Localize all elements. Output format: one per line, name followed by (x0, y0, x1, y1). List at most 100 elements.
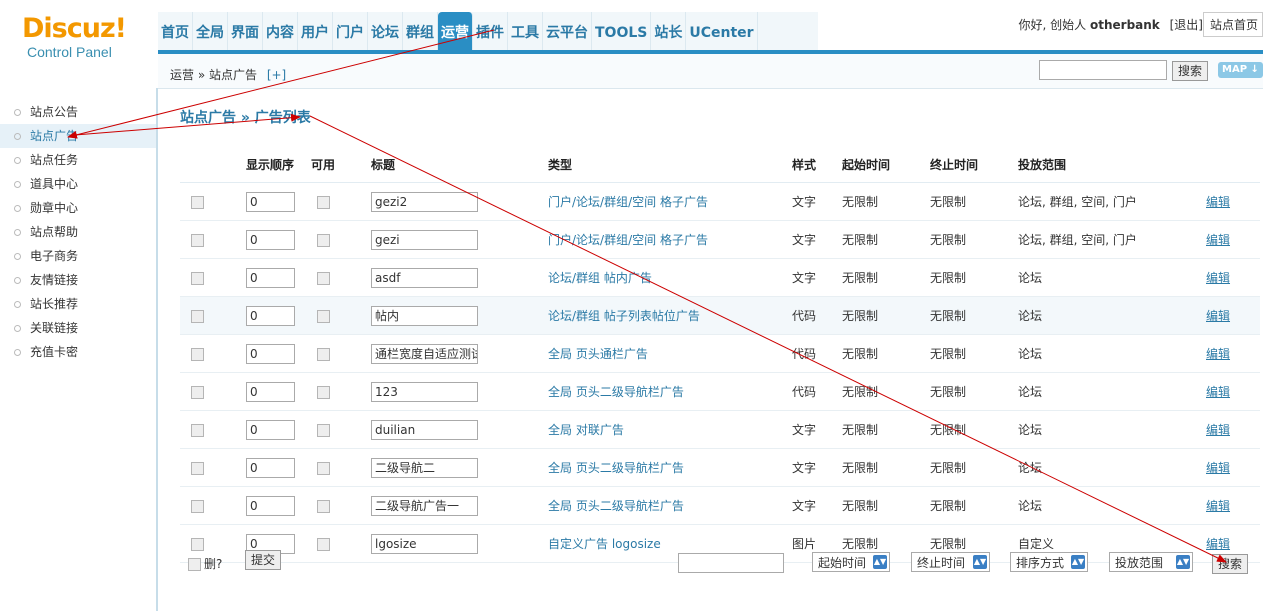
type-link[interactable]: 全局 对联广告 (548, 423, 624, 437)
select-checkbox[interactable] (191, 309, 204, 323)
select-checkbox[interactable] (191, 423, 204, 437)
type-link[interactable]: 论坛/群组 帖内广告 (548, 271, 652, 285)
display-order-input[interactable]: 0 (246, 267, 295, 288)
title-input[interactable]: gezi (371, 229, 478, 250)
logout-link[interactable]: [退出] (1170, 18, 1203, 32)
edit-link[interactable]: 编辑 (1206, 385, 1230, 399)
available-checkbox[interactable] (317, 195, 330, 209)
submit-button[interactable]: 提交 (245, 550, 281, 570)
display-order-input[interactable]: 0 (246, 229, 295, 250)
sidebar-item[interactable]: 充值卡密 (0, 340, 156, 364)
select-checkbox[interactable] (191, 537, 204, 551)
sidebar-item[interactable]: 道具中心 (0, 172, 156, 196)
title-input[interactable]: duilian (371, 419, 478, 440)
scope-select[interactable]: 投放范围 ▲▼ (1109, 552, 1193, 572)
select-checkbox[interactable] (191, 347, 204, 361)
select-checkbox[interactable] (191, 499, 204, 513)
map-button[interactable]: MAP ↓ (1218, 62, 1263, 78)
available-checkbox[interactable] (317, 309, 330, 323)
filter-keyword-input[interactable] (678, 553, 784, 573)
title-input[interactable]: 帖内 (371, 305, 478, 326)
nav-item[interactable]: 云平台 (543, 12, 592, 52)
nav-item[interactable]: 运营 (438, 12, 473, 52)
start-time-select[interactable]: 起始时间 ▲▼ (812, 552, 890, 572)
select-checkbox[interactable] (191, 271, 204, 285)
edit-link[interactable]: 编辑 (1206, 347, 1230, 361)
title-input[interactable]: lgosize (371, 533, 478, 554)
end-time-select[interactable]: 终止时间 ▲▼ (911, 552, 990, 572)
type-link[interactable]: 全局 页头二级导航栏广告 (548, 385, 684, 399)
nav-item[interactable]: 论坛 (368, 12, 403, 52)
edit-link[interactable]: 编辑 (1206, 461, 1230, 475)
sidebar-item[interactable]: 关联链接 (0, 316, 156, 340)
type-link[interactable]: 自定义广告 logosize (548, 537, 661, 551)
title-input[interactable]: 二级导航二 (371, 457, 478, 478)
display-order-input[interactable]: 0 (246, 305, 295, 326)
delete-checkbox[interactable] (188, 558, 201, 571)
nav-item[interactable]: 插件 (473, 12, 508, 52)
sidebar-item[interactable]: 站长推荐 (0, 292, 156, 316)
title-input[interactable]: 二级导航广告一 (371, 495, 478, 516)
available-checkbox[interactable] (317, 499, 330, 513)
available-checkbox[interactable] (317, 233, 330, 247)
nav-item[interactable]: 工具 (508, 12, 543, 52)
nav-item[interactable]: 首页 (158, 12, 193, 52)
nav-item[interactable]: UCenter (686, 12, 758, 52)
edit-link[interactable]: 编辑 (1206, 499, 1230, 513)
display-order-input[interactable]: 0 (246, 457, 295, 478)
available-checkbox[interactable] (317, 537, 330, 551)
sidebar-item[interactable]: 站点帮助 (0, 220, 156, 244)
nav-item[interactable]: TOOLS (592, 12, 652, 52)
nav-item[interactable]: 用户 (298, 12, 333, 52)
type-link[interactable]: 全局 页头通栏广告 (548, 347, 648, 361)
sidebar-item[interactable]: 站点广告 (0, 124, 156, 148)
display-order-input[interactable]: 0 (246, 419, 295, 440)
title-input[interactable]: asdf (371, 267, 478, 288)
select-checkbox[interactable] (191, 195, 204, 209)
nav-item[interactable]: 全局 (193, 12, 228, 52)
available-checkbox[interactable] (317, 385, 330, 399)
top-search-input[interactable] (1039, 60, 1167, 80)
sidebar-item[interactable]: 勋章中心 (0, 196, 156, 220)
select-checkbox[interactable] (191, 461, 204, 475)
delete-toggle[interactable]: 删? (188, 555, 222, 572)
available-checkbox[interactable] (317, 423, 330, 437)
nav-item[interactable]: 群组 (403, 12, 438, 52)
type-link[interactable]: 门户/论坛/群组/空间 格子广告 (548, 195, 708, 209)
edit-link[interactable]: 编辑 (1206, 423, 1230, 437)
display-order-input[interactable]: 0 (246, 191, 295, 212)
sidebar-item[interactable]: 电子商务 (0, 244, 156, 268)
title-input[interactable]: 通栏宽度自适应测试 (371, 343, 478, 364)
title-input[interactable]: gezi2 (371, 191, 478, 212)
available-checkbox[interactable] (317, 271, 330, 285)
top-search-button[interactable]: 搜索 (1172, 61, 1208, 81)
order-select[interactable]: 排序方式 ▲▼ (1010, 552, 1088, 572)
select-checkbox[interactable] (191, 233, 204, 247)
select-checkbox[interactable] (191, 385, 204, 399)
type-link[interactable]: 全局 页头二级导航栏广告 (548, 499, 684, 513)
sidebar-item[interactable]: 友情链接 (0, 268, 156, 292)
edit-link[interactable]: 编辑 (1206, 537, 1230, 551)
nav-item[interactable]: 站长 (651, 12, 687, 52)
edit-link[interactable]: 编辑 (1206, 309, 1230, 323)
edit-link[interactable]: 编辑 (1206, 233, 1230, 247)
sidebar-item[interactable]: 站点公告 (0, 100, 156, 124)
type-link[interactable]: 全局 页头二级导航栏广告 (548, 461, 684, 475)
sidebar-item[interactable]: 站点任务 (0, 148, 156, 172)
title-input[interactable]: 123 (371, 381, 478, 402)
edit-link[interactable]: 编辑 (1206, 271, 1230, 285)
display-order-input[interactable]: 0 (246, 381, 295, 402)
nav-item[interactable]: 界面 (228, 12, 263, 52)
site-home-select[interactable]: 站点首页 (1203, 12, 1263, 37)
nav-item[interactable]: 门户 (333, 12, 368, 52)
available-checkbox[interactable] (317, 347, 330, 361)
add-shortcut-link[interactable]: [+] (267, 68, 286, 82)
display-order-input[interactable]: 0 (246, 343, 295, 364)
edit-link[interactable]: 编辑 (1206, 195, 1230, 209)
nav-item[interactable]: 内容 (263, 12, 298, 52)
display-order-input[interactable]: 0 (246, 495, 295, 516)
search-button[interactable]: 搜索 (1212, 554, 1248, 574)
available-checkbox[interactable] (317, 461, 330, 475)
type-link[interactable]: 门户/论坛/群组/空间 格子广告 (548, 233, 708, 247)
type-link[interactable]: 论坛/群组 帖子列表帖位广告 (548, 309, 700, 323)
